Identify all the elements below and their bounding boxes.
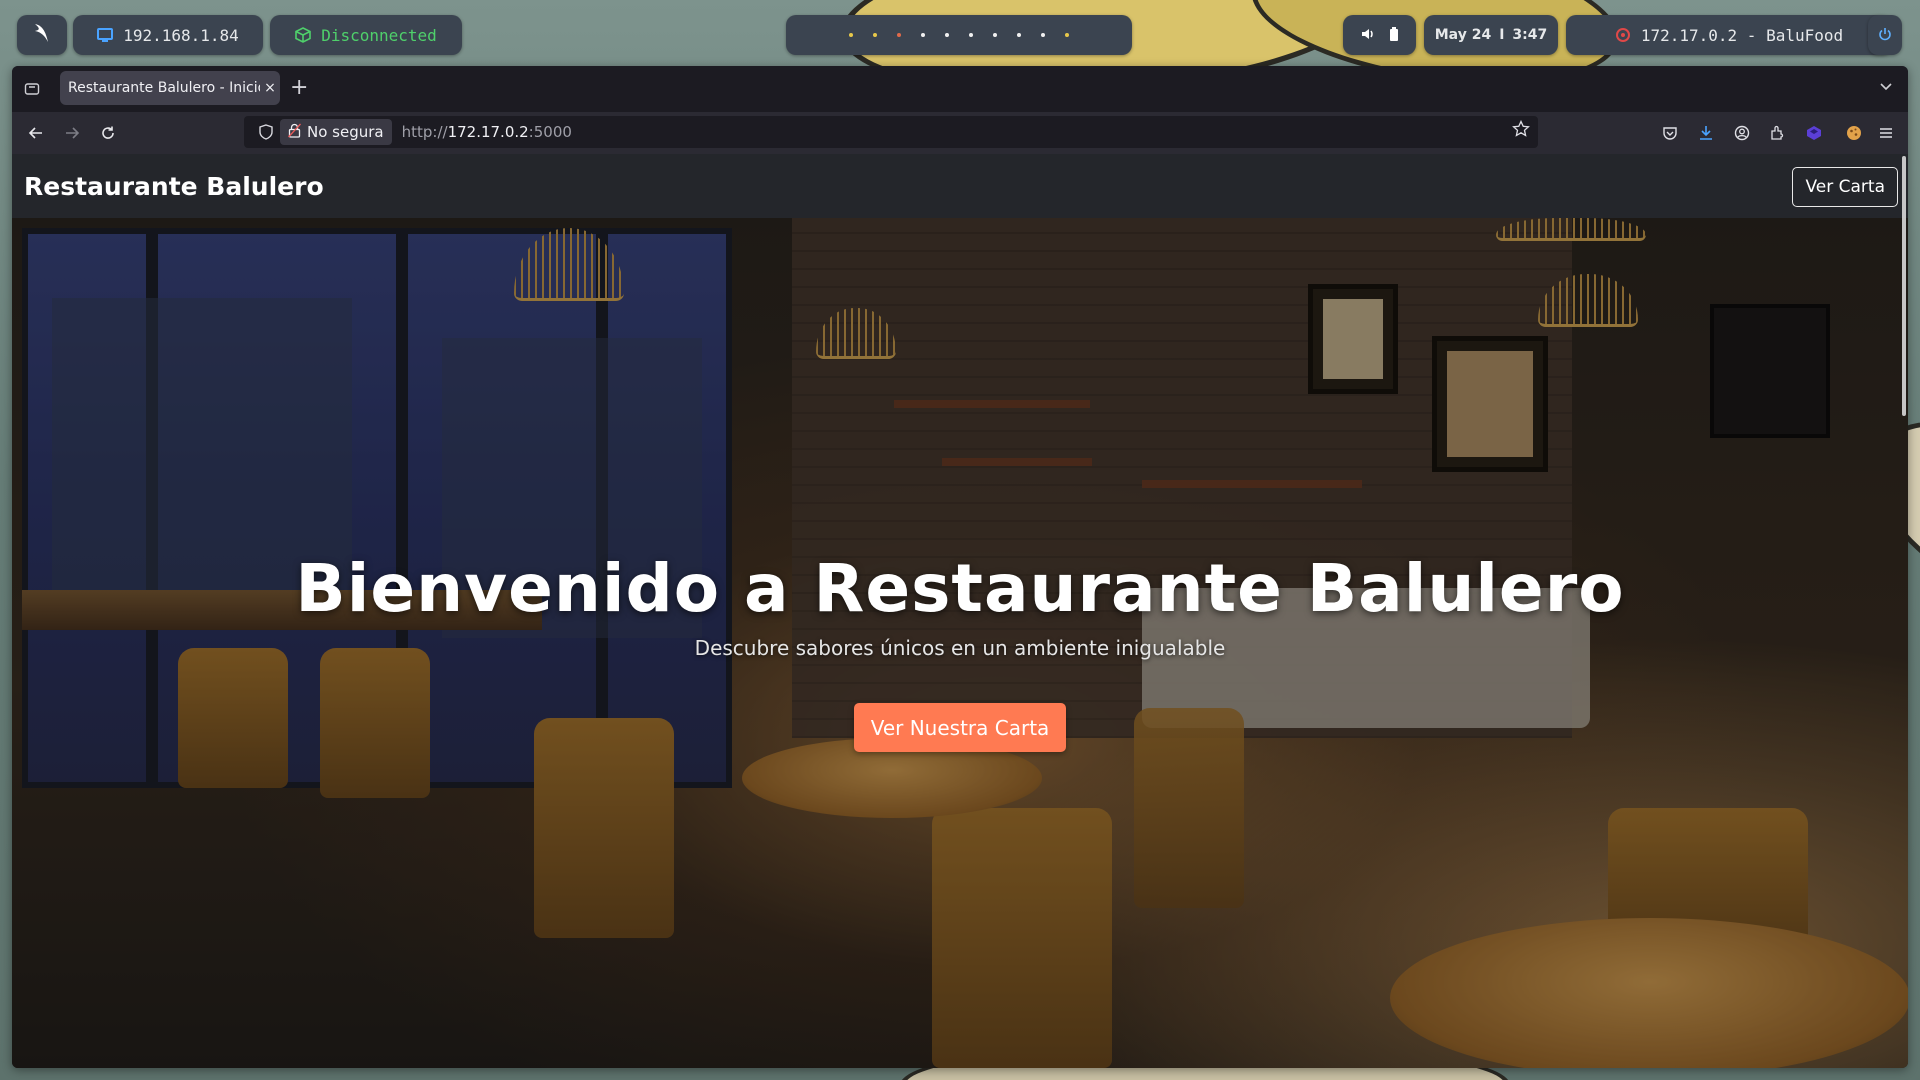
workspace-dot[interactable] bbox=[921, 33, 925, 37]
site-navbar: Restaurante Balulero Ver Carta bbox=[12, 154, 1908, 218]
site-security-button[interactable]: No segura bbox=[280, 119, 392, 145]
sidebar-icon[interactable] bbox=[20, 77, 44, 101]
url-host: 172.17.0.2 bbox=[447, 123, 529, 141]
power-button[interactable] bbox=[1868, 15, 1902, 55]
tab-title: Restaurante Balulero - Inicio bbox=[68, 80, 260, 96]
workspace-dot[interactable] bbox=[897, 33, 901, 37]
speaker-icon[interactable] bbox=[1361, 26, 1375, 45]
hero-subtitle: Descubre sabores únicos en un ambiente i… bbox=[694, 636, 1226, 660]
extension-purple-icon[interactable] bbox=[1802, 121, 1826, 145]
hero-section: Bienvenido a Restaurante Balulero Descub… bbox=[12, 218, 1908, 1068]
chevron-down-icon[interactable] bbox=[1878, 78, 1894, 98]
security-label: No segura bbox=[307, 123, 384, 141]
page-scrollbar[interactable] bbox=[1902, 156, 1906, 416]
workspace-indicator[interactable] bbox=[786, 15, 1132, 55]
extensions-icon[interactable] bbox=[1766, 121, 1790, 145]
pocket-icon[interactable] bbox=[1658, 121, 1682, 145]
local-ip-text: 192.168.1.84 bbox=[123, 25, 239, 45]
clock[interactable]: May 24 I 3:47 bbox=[1424, 15, 1558, 55]
site-brand[interactable]: Restaurante Balulero bbox=[24, 172, 324, 201]
monitor-icon bbox=[97, 27, 114, 43]
address-bar[interactable]: No segura http://172.17.0.2:5000 bbox=[244, 116, 1538, 148]
back-icon[interactable] bbox=[24, 121, 48, 145]
download-icon[interactable] bbox=[1694, 121, 1718, 145]
url-text[interactable]: http://172.17.0.2:5000 bbox=[402, 123, 572, 141]
arch-logo-icon bbox=[32, 22, 52, 48]
shield-icon[interactable] bbox=[252, 124, 280, 140]
url-suffix: :5000 bbox=[528, 123, 572, 141]
account-icon[interactable] bbox=[1730, 121, 1754, 145]
ver-nuestra-carta-button[interactable]: Ver Nuestra Carta bbox=[854, 703, 1066, 752]
tab-bar: Restaurante Balulero - Inicio × + bbox=[12, 66, 1908, 112]
workspace-dot[interactable] bbox=[993, 33, 997, 37]
web-page: Restaurante Balulero Ver Carta Bienvenid… bbox=[12, 154, 1908, 1068]
target-text: 172.17.0.2 - BaluFood bbox=[1640, 25, 1844, 45]
cube-icon bbox=[295, 27, 312, 43]
target-icon bbox=[1615, 27, 1631, 43]
time-text: 3:47 bbox=[1512, 27, 1548, 43]
close-icon[interactable]: × bbox=[260, 80, 280, 96]
url-prefix: http:// bbox=[401, 123, 448, 141]
navigation-toolbar: No segura http://172.17.0.2:5000 bbox=[12, 112, 1908, 155]
clock-separator: I bbox=[1499, 27, 1505, 43]
vpn-status-indicator[interactable]: Disconnected bbox=[270, 15, 462, 55]
menu-icon[interactable] bbox=[1874, 121, 1898, 145]
tab-active[interactable]: Restaurante Balulero - Inicio × bbox=[60, 71, 280, 105]
workspace-dot[interactable] bbox=[1065, 33, 1069, 37]
hero-content: Bienvenido a Restaurante Balulero Descub… bbox=[12, 218, 1908, 1068]
forward-icon[interactable] bbox=[60, 121, 84, 145]
hero-title: Bienvenido a Restaurante Balulero bbox=[295, 550, 1625, 627]
star-icon[interactable] bbox=[1512, 119, 1530, 142]
ver-carta-button[interactable]: Ver Carta bbox=[1792, 167, 1898, 207]
battery-icon[interactable] bbox=[1389, 26, 1399, 45]
power-icon bbox=[1878, 26, 1892, 45]
workspace-dot[interactable] bbox=[873, 33, 877, 37]
extension-cookie-icon[interactable] bbox=[1842, 121, 1866, 145]
new-tab-button[interactable]: + bbox=[290, 76, 308, 100]
workspace-dot[interactable] bbox=[849, 33, 853, 37]
workspace-dot[interactable] bbox=[969, 33, 973, 37]
reload-icon[interactable] bbox=[96, 121, 120, 145]
audio-battery-group[interactable] bbox=[1343, 15, 1416, 55]
vpn-status-text: Disconnected bbox=[321, 25, 437, 45]
browser-window: Restaurante Balulero - Inicio × + No seg… bbox=[12, 66, 1908, 1068]
local-ip-indicator[interactable]: 192.168.1.84 bbox=[73, 15, 263, 55]
launcher-button[interactable] bbox=[17, 15, 67, 55]
lock-icon bbox=[288, 123, 301, 142]
workspace-dot[interactable] bbox=[945, 33, 949, 37]
workspace-dot[interactable] bbox=[1041, 33, 1045, 37]
target-indicator[interactable]: 172.17.0.2 - BaluFood bbox=[1566, 15, 1892, 55]
date-text: May 24 bbox=[1434, 27, 1492, 43]
workspace-dot[interactable] bbox=[1017, 33, 1021, 37]
system-top-bar: 192.168.1.84 Disconnected May 24 I 3:47 … bbox=[0, 0, 1920, 64]
